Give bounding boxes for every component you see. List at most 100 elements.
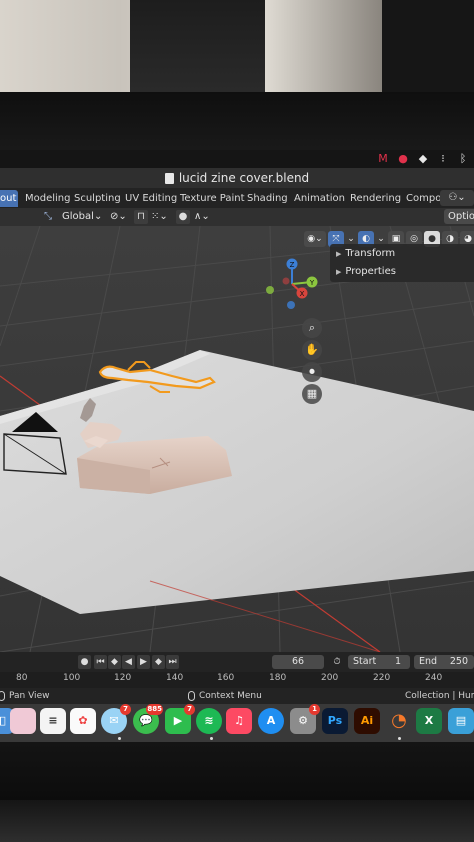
running-indicator xyxy=(398,737,401,740)
timeline-editor: ● ⏮ ◆ ◀ ▶ ◆ ⏭ 66 ⏱ Start 1 End 250 80 10… xyxy=(0,652,474,688)
dock-music-icon[interactable]: ♫ xyxy=(226,708,252,734)
tray-dropbox-icon[interactable]: ◆ xyxy=(416,153,430,165)
dock-messages-icon[interactable]: 💬 885 xyxy=(133,704,163,734)
ruler-tick: 140 xyxy=(166,673,184,683)
start-frame-field[interactable]: Start 1 xyxy=(348,655,410,669)
dock-blender-icon[interactable]: ◔ xyxy=(386,708,412,734)
snap-magnet-icon[interactable]: ⊓ xyxy=(134,210,148,224)
current-frame-field[interactable]: 66 xyxy=(272,655,324,669)
expand-triangle-icon: ▶ xyxy=(336,250,342,258)
camera-view-icon[interactable]: ⏺ xyxy=(302,362,322,382)
expand-triangle-icon: ▶ xyxy=(336,268,342,276)
tab-compositing[interactable]: Compo xyxy=(402,190,445,207)
monitor-bezel-top xyxy=(0,92,474,154)
falloff-curve-icon[interactable]: ∧⌄ xyxy=(194,210,210,224)
sidebar-n-panel: ▶ Transform ▶ Properties xyxy=(330,244,474,282)
tray-ableton-icon[interactable]: ⁝ xyxy=(436,153,450,165)
perspective-grid-icon[interactable]: ▦ xyxy=(302,384,322,404)
settings-badge: 1 xyxy=(309,704,320,715)
running-indicator xyxy=(210,737,213,740)
end-value: 250 xyxy=(449,656,468,667)
ruler-tick: 80 xyxy=(16,673,28,683)
mouse-icon xyxy=(0,690,5,701)
background-shadow xyxy=(382,0,474,92)
prev-keyframe-icon[interactable]: ◆ xyxy=(108,655,121,669)
tab-uv-editing[interactable]: UV Editing xyxy=(121,190,181,207)
tab-shading[interactable]: Shading xyxy=(243,190,292,207)
dock-system-preferences-icon[interactable]: ⚙ 1 xyxy=(290,704,320,734)
start-label: Start xyxy=(353,656,377,667)
end-frame-field[interactable]: End 250 xyxy=(414,655,474,669)
jump-start-icon[interactable]: ⏮ xyxy=(94,655,107,669)
pivot-link-icon[interactable]: ⊘⌄ xyxy=(110,210,127,224)
dock-facetime-icon[interactable]: ▶ 7 xyxy=(165,704,195,734)
zoom-magnifier-icon[interactable]: ⌕ xyxy=(302,318,322,338)
dock-photos-icon[interactable]: ✿ xyxy=(70,708,96,734)
ruler-tick: 120 xyxy=(114,673,132,683)
tab-animation[interactable]: Animation xyxy=(290,190,349,207)
proportional-edit-icon[interactable]: ● xyxy=(176,210,190,224)
dock-excel-icon[interactable]: X xyxy=(416,708,442,734)
ruler-tick: 220 xyxy=(373,673,391,683)
dock-illustrator-icon[interactable]: Ai xyxy=(354,708,380,734)
window-titlebar: lucid zine cover.blend xyxy=(0,168,474,188)
status-collection: Collection | Huma xyxy=(405,691,474,701)
status-bar: Pan View Context Menu Collection | Huma xyxy=(0,688,474,704)
play-icon[interactable]: ▶ xyxy=(137,655,150,669)
viewport-scene xyxy=(0,226,474,652)
mac-dock: ◧ ≡ ✿ ✉ 7 💬 885 ▶ 7 ≋ ♫ A ⚙ 1 Ps Ai ◔ X ▤ xyxy=(0,704,474,742)
start-value: 1 xyxy=(394,656,401,667)
mail-badge: 7 xyxy=(120,704,131,715)
status-pan-view: Pan View xyxy=(0,688,49,704)
pan-hand-icon[interactable]: ✋ xyxy=(302,340,322,360)
visibility-eye-icon[interactable]: ◉⌄ xyxy=(304,231,326,247)
tray-bluetooth-icon[interactable]: ᛒ xyxy=(456,153,470,165)
play-reverse-icon[interactable]: ◀ xyxy=(122,655,135,669)
mac-menubar: M ● ◆ ⁝ ᛒ xyxy=(0,150,474,168)
orientation-dropdown[interactable]: Global xyxy=(62,210,94,224)
properties-label: Properties xyxy=(345,266,396,277)
record-icon[interactable]: ● xyxy=(78,655,91,669)
gizmo-z-label: Z xyxy=(290,261,295,269)
gizmo-y-label: Y xyxy=(309,279,315,287)
ruler-tick: 180 xyxy=(269,673,287,683)
ruler-tick: 160 xyxy=(217,673,235,683)
mouse-icon xyxy=(188,690,195,701)
ruler-tick: 100 xyxy=(63,673,81,683)
properties-panel-header[interactable]: ▶ Properties xyxy=(336,264,396,280)
dock-app-store-icon[interactable]: A xyxy=(258,708,284,734)
status-context-menu: Context Menu xyxy=(188,688,262,704)
tray-app-m-icon[interactable]: M xyxy=(376,153,390,165)
pan-view-label: Pan View xyxy=(9,691,50,701)
tab-rendering[interactable]: Rendering xyxy=(346,190,405,207)
orientation-chevron-icon[interactable]: ⌄ xyxy=(94,210,102,224)
ruler-tick: 200 xyxy=(321,673,339,683)
dock-preview-icon[interactable]: ▤ xyxy=(448,708,474,734)
dock-spotify-icon[interactable]: ≋ xyxy=(196,708,222,734)
dock-notes-icon[interactable] xyxy=(10,708,36,734)
snap-target-icon[interactable]: ⁙⌄ xyxy=(151,210,168,224)
jump-end-icon[interactable]: ⏭ xyxy=(166,655,179,669)
navigation-gizmo[interactable]: Z Y X xyxy=(262,256,322,316)
tray-app-ball-icon[interactable]: ● xyxy=(396,153,410,165)
running-indicator xyxy=(118,737,121,740)
workspace-tabs: out Modeling Sculpting UV Editing Textur… xyxy=(0,188,474,208)
tab-texture-paint[interactable]: Texture Paint xyxy=(176,190,249,207)
dock-mail-icon[interactable]: ✉ 7 xyxy=(101,704,131,734)
options-button[interactable]: Option xyxy=(444,209,474,224)
stopwatch-icon[interactable]: ⏱ xyxy=(330,655,344,669)
timeline-ruler[interactable]: 80 100 120 140 160 180 200 220 240 xyxy=(0,672,474,688)
ruler-tick: 240 xyxy=(425,673,443,683)
blend-file-icon xyxy=(164,172,174,184)
window-title: lucid zine cover.blend xyxy=(178,171,310,185)
dock-stickies-icon[interactable]: ≡ xyxy=(40,708,66,734)
dock-photoshop-icon[interactable]: Ps xyxy=(322,708,348,734)
3d-viewport[interactable]: ◉⌄ ⤧ ⌄ ◐ ⌄ ▣ ◎ ● ◑ ◕ ▶ Transform ▶ Propert… xyxy=(0,226,474,652)
tab-sculpting[interactable]: Sculpting xyxy=(70,190,125,207)
desk-surface xyxy=(0,800,474,842)
tab-modeling[interactable]: Modeling xyxy=(21,190,75,207)
next-keyframe-icon[interactable]: ◆ xyxy=(152,655,165,669)
transform-panel-header[interactable]: ▶ Transform xyxy=(336,246,395,262)
tab-layout[interactable]: out xyxy=(0,190,18,207)
scene-selector-icon[interactable]: ⚇⌄ xyxy=(440,190,474,206)
